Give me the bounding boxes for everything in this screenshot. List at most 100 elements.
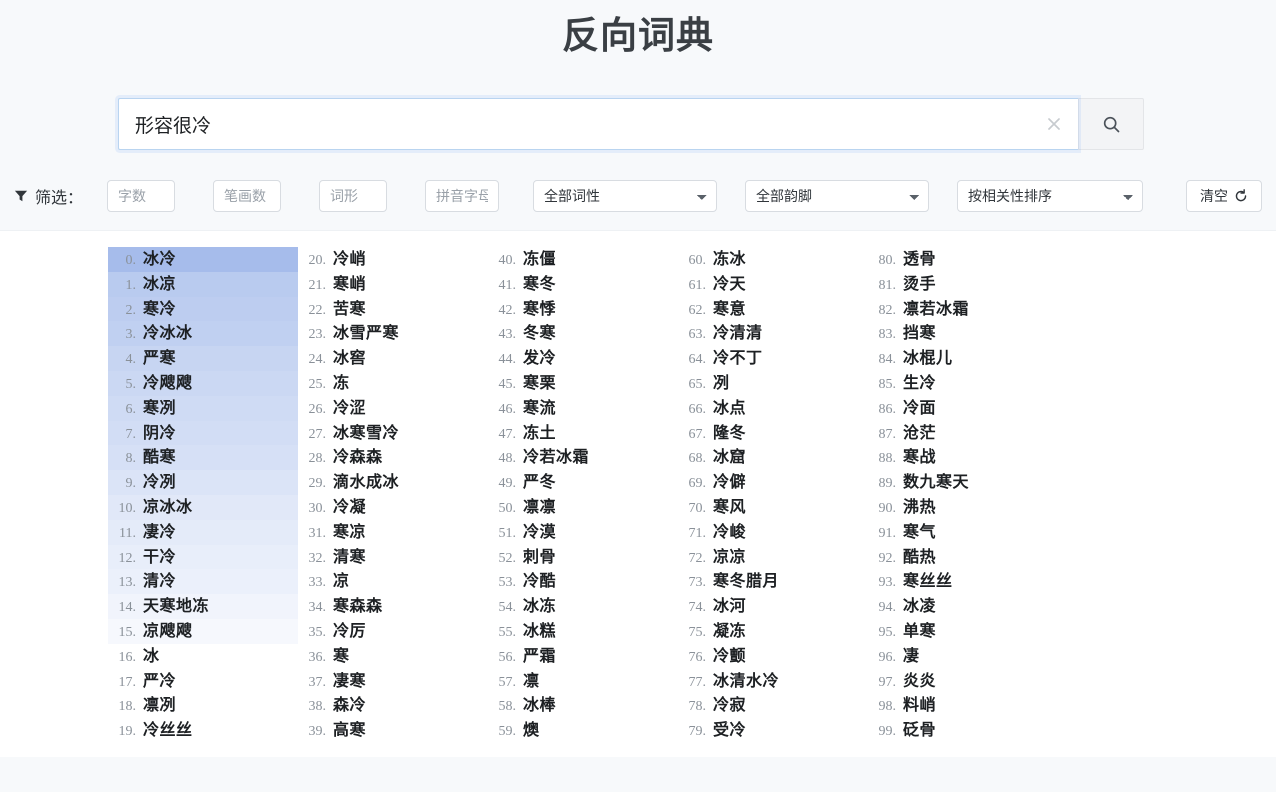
result-item[interactable]: 19. 冷丝丝 <box>108 718 298 743</box>
result-item[interactable]: 89. 数九寒天 <box>868 470 1058 495</box>
result-item[interactable]: 74. 冰河 <box>678 594 868 619</box>
result-item[interactable]: 18. 凛冽 <box>108 693 298 718</box>
result-item[interactable]: 41. 寒冬 <box>488 272 678 297</box>
result-item[interactable]: 45. 寒栗 <box>488 371 678 396</box>
result-item[interactable]: 4. 严寒 <box>108 346 298 372</box>
result-item[interactable]: 69. 冷僻 <box>678 470 868 495</box>
result-item[interactable]: 20. 冷峭 <box>298 247 488 272</box>
result-item[interactable]: 35. 冷厉 <box>298 619 488 644</box>
result-item[interactable]: 73. 寒冬腊月 <box>678 569 868 594</box>
result-item[interactable]: 70. 寒风 <box>678 495 868 520</box>
result-item[interactable]: 38. 森冷 <box>298 693 488 718</box>
result-item[interactable]: 24. 冰窖 <box>298 346 488 371</box>
result-item[interactable]: 97. 炎炎 <box>868 669 1058 694</box>
result-item[interactable]: 43. 冬寒 <box>488 321 678 346</box>
result-item[interactable]: 27. 冰寒雪冷 <box>298 421 488 446</box>
word-shape-input[interactable] <box>319 180 388 213</box>
result-item[interactable]: 65. 冽 <box>678 371 868 396</box>
result-item[interactable]: 15. 凉飕飕 <box>108 619 298 644</box>
result-item[interactable]: 90. 沸热 <box>868 495 1058 520</box>
result-item[interactable]: 66. 冰点 <box>678 396 868 421</box>
result-item[interactable]: 37. 凄寒 <box>298 669 488 694</box>
result-item[interactable]: 72. 凉凉 <box>678 545 868 570</box>
search-button[interactable] <box>1078 98 1144 151</box>
result-item[interactable]: 14. 天寒地冻 <box>108 594 298 620</box>
result-item[interactable]: 87. 沧茫 <box>868 421 1058 446</box>
result-item[interactable]: 23. 冰雪严寒 <box>298 321 488 346</box>
sort-order-select[interactable]: 按相关性排序 <box>957 180 1144 213</box>
result-item[interactable]: 25. 冻 <box>298 371 488 396</box>
result-item[interactable]: 9. 冷冽 <box>108 470 298 496</box>
result-item[interactable]: 94. 冰凌 <box>868 594 1058 619</box>
result-item[interactable]: 42. 寒悸 <box>488 297 678 322</box>
result-item[interactable]: 13. 清冷 <box>108 569 298 595</box>
result-item[interactable]: 56. 严霜 <box>488 644 678 669</box>
result-item[interactable]: 92. 酷热 <box>868 545 1058 570</box>
search-input[interactable] <box>119 99 1078 150</box>
result-item[interactable]: 64. 冷不丁 <box>678 346 868 371</box>
result-item[interactable]: 10. 凉冰冰 <box>108 495 298 520</box>
result-item[interactable]: 91. 寒气 <box>868 520 1058 545</box>
part-of-speech-select[interactable]: 全部词性 <box>533 180 718 213</box>
result-item[interactable]: 48. 冷若冰霜 <box>488 445 678 470</box>
result-item[interactable]: 50. 凛凛 <box>488 495 678 520</box>
pinyin-letters-input[interactable] <box>425 180 500 213</box>
result-item[interactable]: 84. 冰棍儿 <box>868 346 1058 371</box>
result-item[interactable]: 49. 严冬 <box>488 470 678 495</box>
result-item[interactable]: 17. 严冷 <box>108 669 298 694</box>
result-item[interactable]: 76. 冷颤 <box>678 644 868 669</box>
result-item[interactable]: 62. 寒意 <box>678 297 868 322</box>
result-item[interactable]: 51. 冷漠 <box>488 520 678 545</box>
result-item[interactable]: 63. 冷清清 <box>678 321 868 346</box>
result-item[interactable]: 6. 寒冽 <box>108 395 298 421</box>
result-item[interactable]: 57. 凛 <box>488 669 678 694</box>
close-icon[interactable] <box>1044 114 1064 134</box>
result-item[interactable]: 85. 生冷 <box>868 371 1058 396</box>
result-item[interactable]: 44. 发冷 <box>488 346 678 371</box>
result-item[interactable]: 93. 寒丝丝 <box>868 569 1058 594</box>
result-item[interactable]: 0. 冰冷 <box>108 247 298 272</box>
result-item[interactable]: 82. 凛若冰霜 <box>868 297 1058 322</box>
result-item[interactable]: 47. 冻土 <box>488 421 678 446</box>
result-item[interactable]: 29. 滴水成冰 <box>298 470 488 495</box>
result-item[interactable]: 54. 冰冻 <box>488 594 678 619</box>
result-item[interactable]: 81. 烫手 <box>868 272 1058 297</box>
result-item[interactable]: 21. 寒峭 <box>298 272 488 297</box>
result-item[interactable]: 78. 冷寂 <box>678 693 868 718</box>
result-item[interactable]: 34. 寒森森 <box>298 594 488 619</box>
result-item[interactable]: 8. 酷寒 <box>108 445 298 471</box>
result-item[interactable]: 40. 冻僵 <box>488 247 678 272</box>
result-item[interactable]: 68. 冰窟 <box>678 445 868 470</box>
result-item[interactable]: 3. 冷冰冰 <box>108 321 298 347</box>
result-item[interactable]: 96. 凄 <box>868 644 1058 669</box>
result-item[interactable]: 67. 隆冬 <box>678 421 868 446</box>
result-item[interactable]: 55. 冰糕 <box>488 619 678 644</box>
result-item[interactable]: 1. 冰凉 <box>108 271 298 297</box>
result-item[interactable]: 86. 冷面 <box>868 396 1058 421</box>
result-item[interactable]: 71. 冷峻 <box>678 520 868 545</box>
result-item[interactable]: 52. 刺骨 <box>488 545 678 570</box>
rhyme-select[interactable]: 全部韵脚 <box>745 180 930 213</box>
result-item[interactable]: 30. 冷凝 <box>298 495 488 520</box>
result-item[interactable]: 95. 单寒 <box>868 619 1058 644</box>
result-item[interactable]: 79. 受冷 <box>678 718 868 743</box>
result-item[interactable]: 11. 凄冷 <box>108 519 298 545</box>
result-item[interactable]: 7. 阴冷 <box>108 420 298 446</box>
result-item[interactable]: 39. 高寒 <box>298 718 488 743</box>
result-item[interactable]: 53. 冷酷 <box>488 569 678 594</box>
result-item[interactable]: 46. 寒流 <box>488 396 678 421</box>
result-item[interactable]: 88. 寒战 <box>868 445 1058 470</box>
clear-filters-button[interactable]: 清空 <box>1186 180 1262 213</box>
word-length-input[interactable] <box>107 180 176 213</box>
result-item[interactable]: 36. 寒 <box>298 644 488 669</box>
result-item[interactable]: 22. 苦寒 <box>298 297 488 322</box>
result-item[interactable]: 77. 冰清水冷 <box>678 669 868 694</box>
result-item[interactable]: 12. 干冷 <box>108 544 298 570</box>
result-item[interactable]: 33. 凉 <box>298 569 488 594</box>
result-item[interactable]: 31. 寒凉 <box>298 520 488 545</box>
result-item[interactable]: 60. 冻冰 <box>678 247 868 272</box>
result-item[interactable]: 2. 寒冷 <box>108 296 298 322</box>
result-item[interactable]: 32. 清寒 <box>298 545 488 570</box>
result-item[interactable]: 98. 料峭 <box>868 693 1058 718</box>
result-item[interactable]: 58. 冰棒 <box>488 693 678 718</box>
